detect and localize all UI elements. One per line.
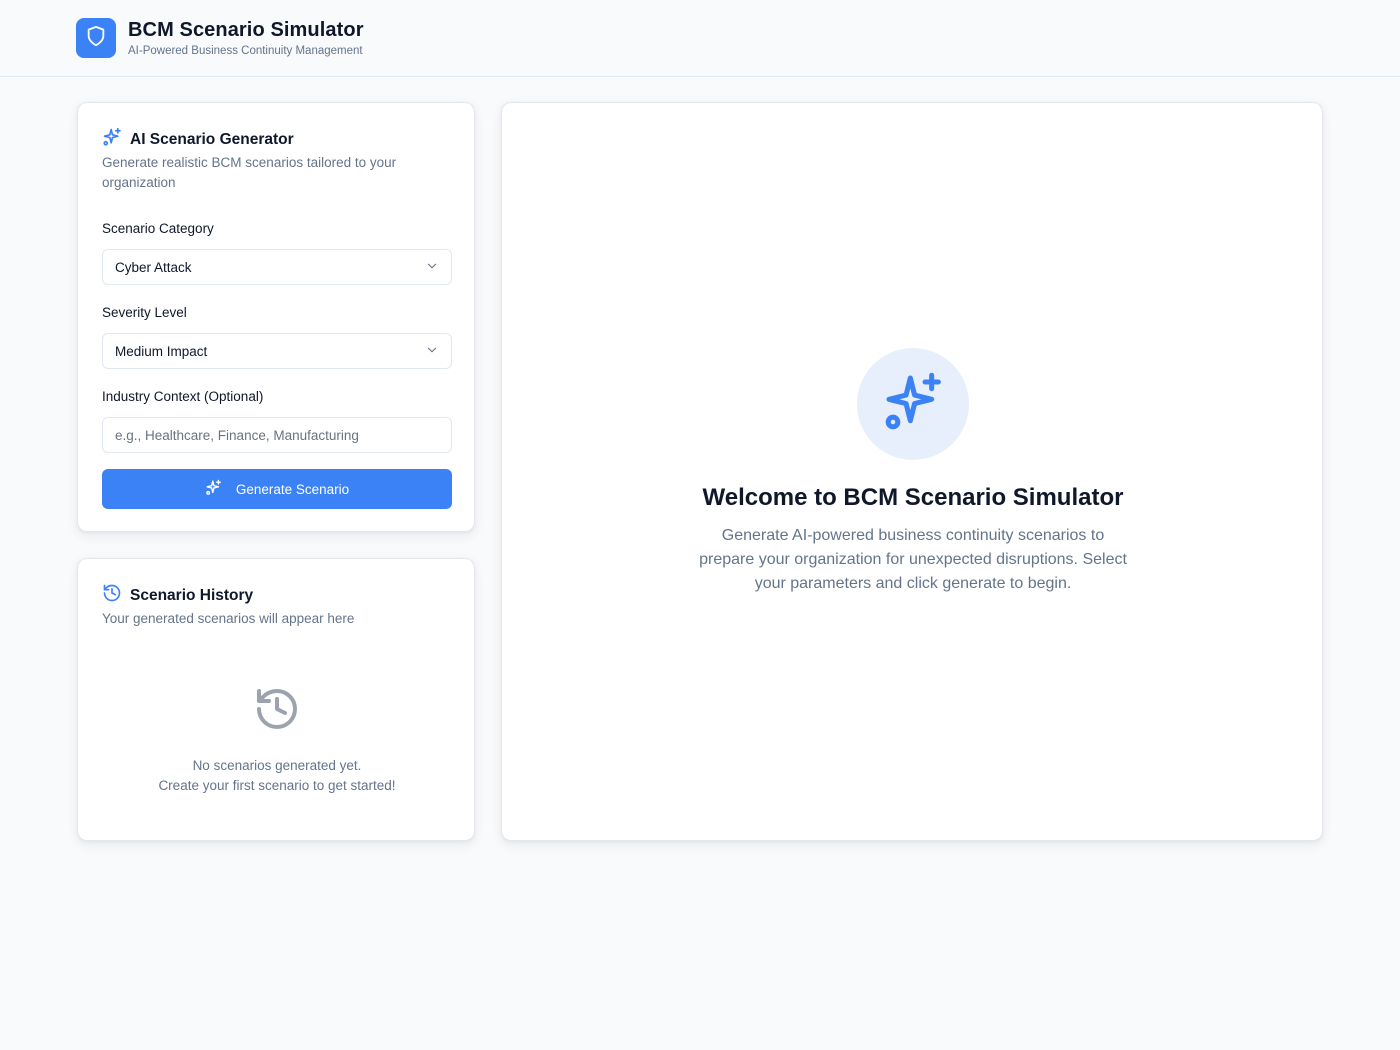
app-logo <box>76 18 116 58</box>
history-empty-line2: Create your first scenario to get starte… <box>158 778 396 793</box>
generate-scenario-button[interactable]: Generate Scenario <box>102 469 452 509</box>
history-title: Scenario History <box>130 586 254 604</box>
history-description: Your generated scenarios will appear her… <box>102 611 355 626</box>
scenario-history-card: Scenario History Your generated scenario… <box>77 558 475 841</box>
history-title-row: Scenario History <box>102 583 253 608</box>
sparkles-icon <box>881 370 945 439</box>
severity-level-value: Medium Impact <box>115 343 208 359</box>
sparkles-icon <box>102 127 122 152</box>
severity-level-select[interactable]: Medium Impact <box>102 333 452 369</box>
history-icon <box>253 689 301 737</box>
generator-title-row: AI Scenario Generator <box>102 127 294 152</box>
industry-context-input[interactable] <box>102 417 452 453</box>
welcome-title: Welcome to BCM Scenario Simulator <box>702 484 1124 511</box>
history-icon <box>102 583 122 608</box>
app-header: BCM Scenario Simulator AI-Powered Busine… <box>0 0 1400 77</box>
scenario-category-select[interactable]: Cyber Attack <box>102 249 452 285</box>
app-subtitle: AI-Powered Business Continuity Managemen… <box>128 45 363 57</box>
chevron-down-icon <box>425 259 439 276</box>
history-empty-text: No scenarios generated yet. Create your … <box>78 756 476 796</box>
shield-icon <box>85 25 107 52</box>
scenario-category-value: Cyber Attack <box>115 259 192 275</box>
welcome-text: Generate AI-powered business continuity … <box>699 527 1127 592</box>
history-empty-line1: No scenarios generated yet. <box>192 758 362 773</box>
chevron-down-icon <box>425 343 439 360</box>
welcome-panel: Welcome to BCM Scenario Simulator Genera… <box>501 102 1323 841</box>
welcome-icon-circle <box>857 348 969 460</box>
industry-context-label: Industry Context (Optional) <box>102 389 264 404</box>
generator-description: Generate realistic BCM scenarios tailore… <box>102 155 397 190</box>
scenario-category-label: Scenario Category <box>102 221 214 236</box>
app-title: BCM Scenario Simulator <box>128 19 364 41</box>
generate-scenario-label: Generate Scenario <box>235 481 350 497</box>
history-empty-state: No scenarios generated yet. Create your … <box>78 685 476 796</box>
severity-level-label: Severity Level <box>102 305 187 320</box>
generator-title: AI Scenario Generator <box>130 130 294 148</box>
scenario-generator-card: AI Scenario Generator Generate realistic… <box>77 102 475 532</box>
sparkles-icon <box>205 479 222 499</box>
